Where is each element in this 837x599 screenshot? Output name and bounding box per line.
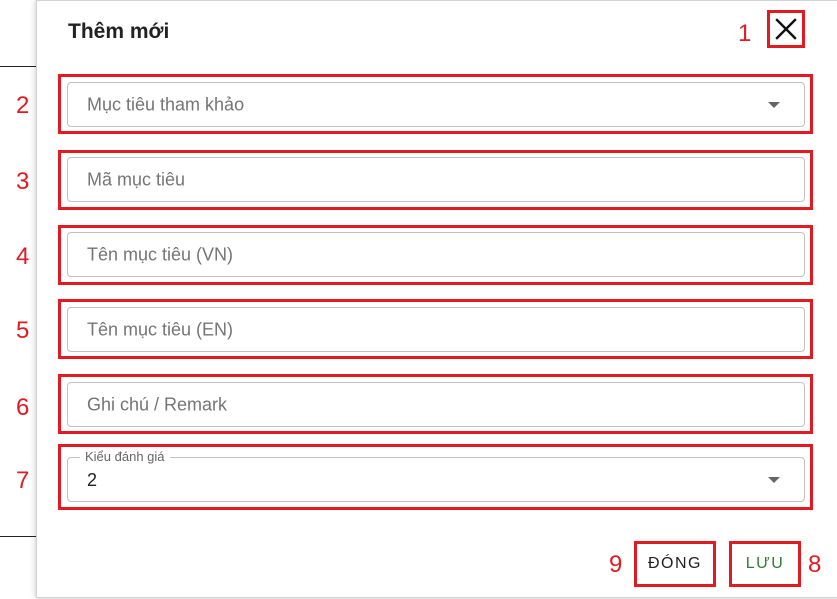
target-name-vn-placeholder: Tên mục tiêu (VN) [87, 244, 234, 264]
annotation-number-3: 3 [16, 168, 30, 195]
caret-down-icon [768, 476, 780, 483]
remark-placeholder: Ghi chú / Remark [87, 394, 228, 414]
target-name-en-placeholder: Tên mục tiêu (EN) [87, 319, 234, 339]
annotation-number-1: 1 [738, 20, 752, 47]
close-dialog-button[interactable] [767, 10, 805, 48]
annotation-number-6: 6 [16, 394, 30, 421]
target-name-en-input[interactable]: Tên mục tiêu (EN) [67, 307, 805, 352]
save-button[interactable]: LƯU [729, 541, 801, 587]
evaluation-type-select[interactable]: Kiểu đánh giá 2 [67, 449, 805, 502]
remark-input[interactable]: Ghi chú / Remark [67, 382, 805, 427]
target-code-placeholder: Mã mục tiêu [87, 169, 186, 189]
close-button[interactable]: ĐÓNG [634, 541, 716, 587]
target-name-vn-input[interactable]: Tên mục tiêu (VN) [67, 232, 805, 277]
caret-down-icon [768, 101, 780, 108]
annotation-number-8: 8 [808, 551, 822, 578]
annotation-number-9: 9 [609, 551, 623, 578]
reference-target-placeholder: Mục tiêu tham khảo [87, 94, 245, 114]
annotation-number-5: 5 [16, 317, 30, 344]
annotation-number-2: 2 [16, 92, 30, 119]
background-line [0, 66, 36, 67]
annotation-number-7: 7 [16, 467, 30, 494]
dialog-title: Thêm mới [68, 20, 170, 43]
target-code-input[interactable]: Mã mục tiêu [67, 157, 805, 202]
annotation-number-4: 4 [16, 243, 30, 270]
close-icon [775, 18, 797, 40]
reference-target-select[interactable]: Mục tiêu tham khảo [67, 82, 805, 127]
evaluation-type-value: 2 [87, 470, 98, 490]
background-line [0, 536, 36, 537]
evaluation-type-label: Kiểu đánh giá [80, 449, 170, 464]
